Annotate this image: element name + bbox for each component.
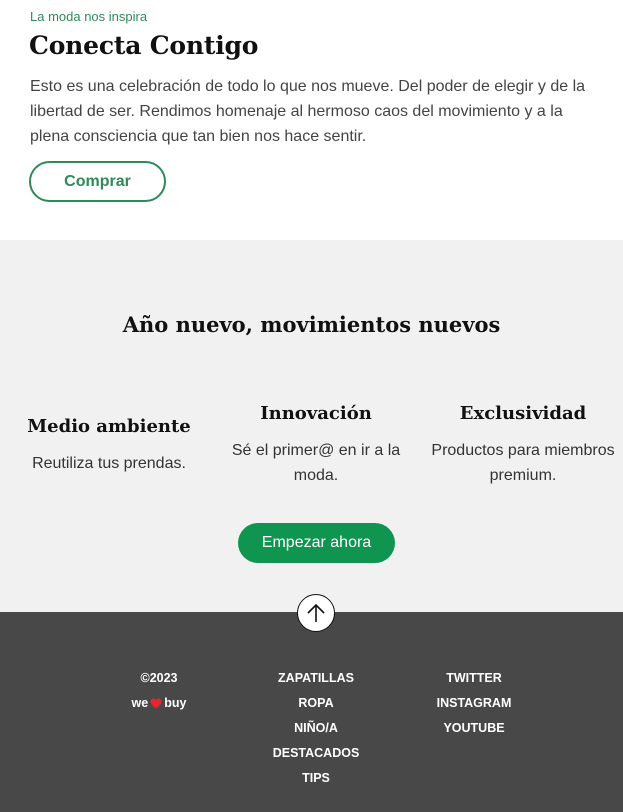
footer-brand-column: ©2023 we buy bbox=[118, 671, 200, 721]
brand-we: we bbox=[131, 696, 149, 710]
feature-exclusividad: Exclusividad Productos para miembros pre… bbox=[428, 403, 618, 488]
footer-link-youtube[interactable]: YOUTUBE bbox=[414, 721, 534, 746]
hero-eyebrow: La moda nos inspira bbox=[30, 9, 148, 24]
scroll-to-top-button[interactable] bbox=[297, 594, 335, 632]
hero-body: Esto es una celebración de todo lo que n… bbox=[30, 78, 586, 145]
footer-shop-links: ZAPATILLAS ROPA NIÑO/A DESTACADOS TIPS bbox=[256, 671, 376, 796]
feature-title: Exclusividad bbox=[459, 403, 587, 424]
footer-link-ropa[interactable]: ROPA bbox=[256, 696, 376, 721]
feature-medio-ambiente: Medio ambiente Reutiliza tus prendas. bbox=[20, 416, 198, 476]
footer-link-instagram[interactable]: INSTAGRAM bbox=[414, 696, 534, 721]
footer-social-links: TWITTER INSTAGRAM YOUTUBE bbox=[414, 671, 534, 746]
footer: ©2023 we buy ZAPATILLAS ROPA NIÑO/A DEST… bbox=[0, 612, 623, 812]
feature-text: Productos para miembros premium. bbox=[431, 442, 615, 484]
feature-text: Reutiliza tus prendas. bbox=[32, 455, 186, 472]
copyright: ©2023 bbox=[140, 671, 178, 685]
footer-link-twitter[interactable]: TWITTER bbox=[414, 671, 534, 696]
hero-title: Conecta Contigo bbox=[29, 31, 259, 60]
brand-buy: buy bbox=[164, 696, 187, 710]
footer-link-zapatillas[interactable]: ZAPATILLAS bbox=[256, 671, 376, 696]
feature-title: Innovación bbox=[260, 403, 372, 424]
footer-link-nino[interactable]: NIÑO/A bbox=[256, 721, 376, 746]
feature-text: Sé el primer@ en ir a la moda. bbox=[231, 442, 401, 484]
heart-icon bbox=[150, 698, 162, 709]
comprar-button[interactable]: Comprar bbox=[29, 161, 166, 202]
empezar-ahora-button[interactable]: Empezar ahora bbox=[238, 523, 395, 563]
feature-innovacion: Innovación Sé el primer@ en ir a la moda… bbox=[222, 403, 410, 488]
features-section: Año nuevo, movimientos nuevos Medio ambi… bbox=[0, 240, 623, 612]
brand-logo: we buy bbox=[118, 696, 200, 721]
features-title: Año nuevo, movimientos nuevos bbox=[122, 312, 501, 337]
footer-link-destacados[interactable]: DESTACADOS bbox=[256, 746, 376, 771]
footer-link-tips[interactable]: TIPS bbox=[256, 771, 376, 796]
feature-title: Medio ambiente bbox=[27, 416, 191, 437]
arrow-up-icon bbox=[307, 603, 325, 622]
hero-section: La moda nos inspira Conecta Contigo Esto… bbox=[0, 0, 623, 240]
